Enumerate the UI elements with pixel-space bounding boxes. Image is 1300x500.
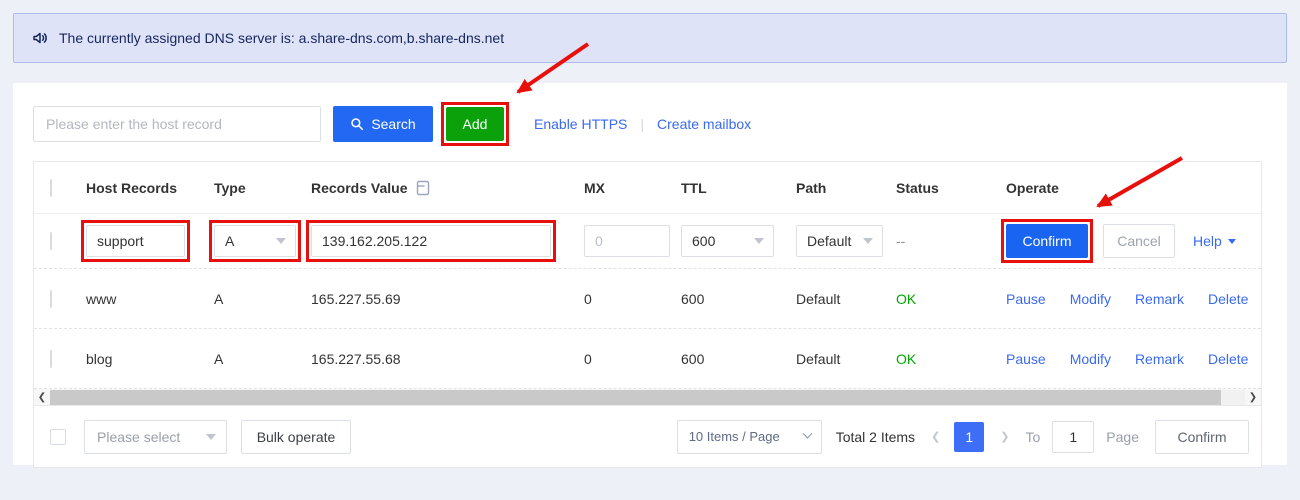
search-button[interactable]: Search	[333, 106, 433, 142]
scrollbar-thumb[interactable]	[50, 390, 1221, 405]
cell-mx: 0	[584, 351, 681, 367]
host-record-input[interactable]	[86, 225, 185, 257]
annotation-box-value	[306, 220, 556, 262]
search-button-label: Search	[371, 116, 415, 132]
table-footer: Please select Bulk operate 10 Items / Pa…	[34, 406, 1261, 467]
header-operate: Operate	[1006, 180, 1261, 196]
delete-link[interactable]: Delete	[1208, 351, 1248, 367]
chevron-down-icon	[1228, 239, 1236, 244]
cell-value: 165.227.55.68	[311, 351, 584, 367]
cell-mx: 0	[584, 291, 681, 307]
cell-type: A	[214, 291, 311, 307]
record-value-input[interactable]	[311, 225, 551, 257]
add-button[interactable]: Add	[446, 107, 504, 141]
header-status: Status	[896, 180, 1006, 196]
confirm-button[interactable]: Confirm	[1006, 224, 1088, 258]
chevron-down-icon	[754, 238, 764, 244]
table-row: blog A 165.227.55.68 0 600 Default OK Pa…	[34, 329, 1261, 389]
row-checkbox[interactable]	[50, 232, 52, 250]
cell-type: A	[214, 351, 311, 367]
enable-https-link[interactable]: Enable HTTPS	[534, 116, 627, 132]
pause-link[interactable]: Pause	[1006, 291, 1046, 307]
footer-confirm-button[interactable]: Confirm	[1155, 420, 1249, 454]
path-select[interactable]: Default	[796, 225, 883, 257]
header-host: Host Records	[86, 180, 214, 196]
cell-host: blog	[86, 351, 214, 367]
records-table: Host Records Type Records Value MX TTL P…	[33, 161, 1262, 468]
remark-link[interactable]: Remark	[1135, 291, 1184, 307]
ttl-select-value: 600	[692, 233, 715, 249]
type-select-value: A	[225, 233, 234, 249]
pause-link[interactable]: Pause	[1006, 351, 1046, 367]
type-select[interactable]: A	[214, 225, 296, 257]
chevron-down-icon	[276, 238, 286, 244]
help-label: Help	[1193, 233, 1222, 249]
cell-host: www	[86, 291, 214, 307]
annotation-box-confirm: Confirm	[1001, 219, 1093, 263]
remark-link[interactable]: Remark	[1135, 351, 1184, 367]
records-value-display-icon[interactable]	[416, 180, 430, 196]
goto-page-input[interactable]	[1052, 421, 1094, 453]
search-icon	[350, 117, 364, 131]
total-items-text: Total 2 Items	[836, 429, 915, 445]
status-ok: OK	[896, 351, 916, 367]
ttl-select[interactable]: 600	[681, 225, 774, 257]
chevron-down-icon	[863, 238, 873, 244]
bulk-action-select[interactable]: Please select	[84, 420, 227, 454]
scroll-left-icon[interactable]: ❮	[34, 389, 50, 406]
scrollbar-track[interactable]	[1221, 390, 1245, 405]
path-select-value: Default	[807, 233, 851, 249]
modify-link[interactable]: Modify	[1070, 291, 1111, 307]
row-checkbox[interactable]	[50, 290, 52, 308]
mx-input[interactable]	[584, 225, 670, 257]
table-header-row: Host Records Type Records Value MX TTL P…	[34, 162, 1261, 214]
dns-notice-text: The currently assigned DNS server is: a.…	[59, 30, 504, 46]
bulk-action-placeholder: Please select	[97, 429, 180, 445]
select-all-checkbox[interactable]	[50, 179, 52, 197]
current-page-button[interactable]: 1	[954, 422, 984, 452]
header-mx: MX	[584, 180, 681, 196]
page-size-value: 10 Items / Page	[689, 429, 780, 444]
goto-label: To	[1026, 429, 1041, 445]
announcement-speaker-icon	[31, 29, 49, 47]
dns-notice-banner: The currently assigned DNS server is: a.…	[13, 13, 1287, 63]
next-page-icon[interactable]: ❯	[1000, 430, 1009, 443]
cancel-button[interactable]: Cancel	[1103, 224, 1175, 258]
header-records-value: Records Value	[311, 180, 408, 196]
page-label: Page	[1106, 429, 1139, 445]
toolbar: Search Add Enable HTTPS | Create mailbox	[33, 102, 1262, 145]
table-row: www A 165.227.55.69 0 600 Default OK Pau…	[34, 269, 1261, 329]
annotation-box-type: A	[209, 220, 301, 262]
content-card: Search Add Enable HTTPS | Create mailbox…	[13, 83, 1287, 465]
chevron-down-icon	[206, 434, 216, 440]
cell-ttl: 600	[681, 351, 796, 367]
status-value: --	[896, 233, 905, 249]
cell-path: Default	[796, 351, 896, 367]
scroll-right-icon[interactable]: ❯	[1245, 389, 1261, 406]
header-type: Type	[214, 180, 311, 196]
annotation-box-add: Add	[441, 102, 509, 146]
delete-link[interactable]: Delete	[1208, 291, 1248, 307]
cell-ttl: 600	[681, 291, 796, 307]
link-divider: |	[640, 116, 644, 132]
edit-record-row: A 600 Default	[34, 214, 1261, 269]
row-checkbox[interactable]	[50, 350, 52, 368]
toolbar-links: Enable HTTPS | Create mailbox	[534, 116, 751, 132]
search-input[interactable]	[33, 106, 321, 142]
cell-value: 165.227.55.69	[311, 291, 584, 307]
chevron-down-icon	[802, 429, 812, 439]
bulk-operate-button[interactable]: Bulk operate	[241, 420, 351, 454]
create-mailbox-link[interactable]: Create mailbox	[657, 116, 751, 132]
modify-link[interactable]: Modify	[1070, 351, 1111, 367]
footer-select-all-checkbox[interactable]	[50, 429, 66, 445]
status-ok: OK	[896, 291, 916, 307]
horizontal-scrollbar: ❮ ❯	[34, 389, 1261, 406]
page-size-select[interactable]: 10 Items / Page	[677, 420, 822, 454]
annotation-box-host	[81, 220, 190, 262]
help-dropdown[interactable]: Help	[1193, 233, 1236, 249]
prev-page-icon[interactable]: ❮	[931, 430, 940, 443]
header-ttl: TTL	[681, 180, 796, 196]
header-path: Path	[796, 180, 896, 196]
cell-path: Default	[796, 291, 896, 307]
